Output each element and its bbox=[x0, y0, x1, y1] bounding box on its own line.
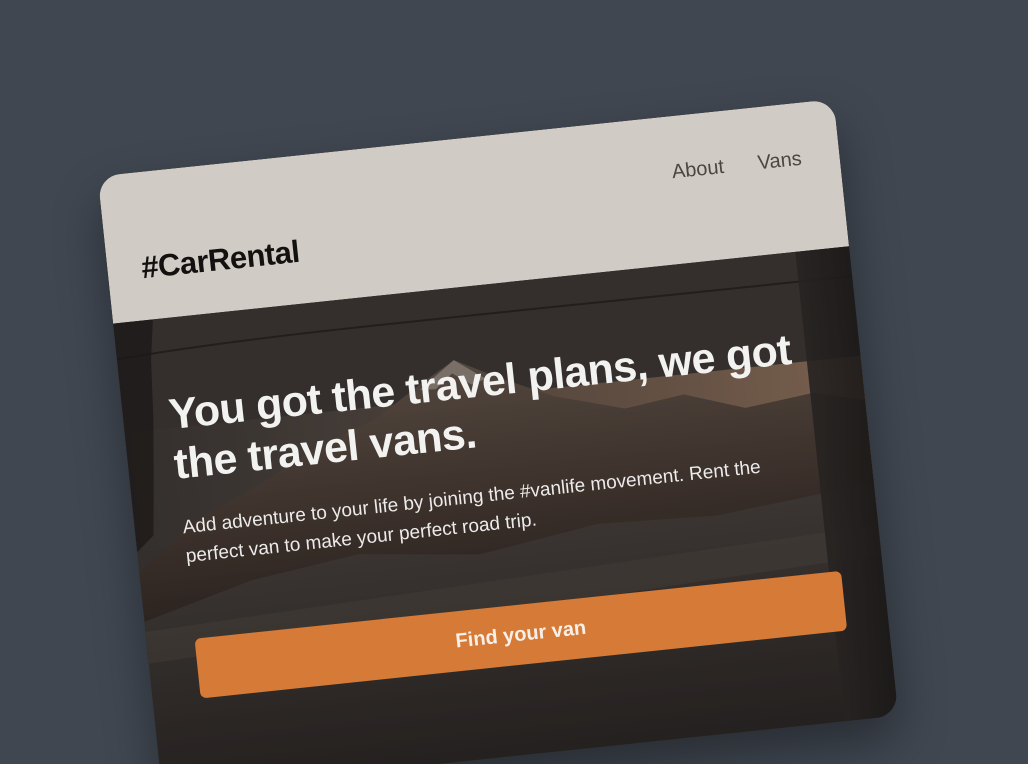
nav-vans-link[interactable]: Vans bbox=[757, 148, 803, 175]
page-stage: #CarRental About Vans You got the travel… bbox=[0, 0, 1028, 764]
hero-section: You got the travel plans, we got the tra… bbox=[113, 246, 899, 764]
main-nav: About Vans bbox=[671, 148, 803, 185]
nav-about-link[interactable]: About bbox=[671, 156, 725, 184]
van-rental-app-card: #CarRental About Vans You got the travel… bbox=[97, 99, 899, 764]
brand-logo[interactable]: #CarRental bbox=[140, 234, 302, 286]
